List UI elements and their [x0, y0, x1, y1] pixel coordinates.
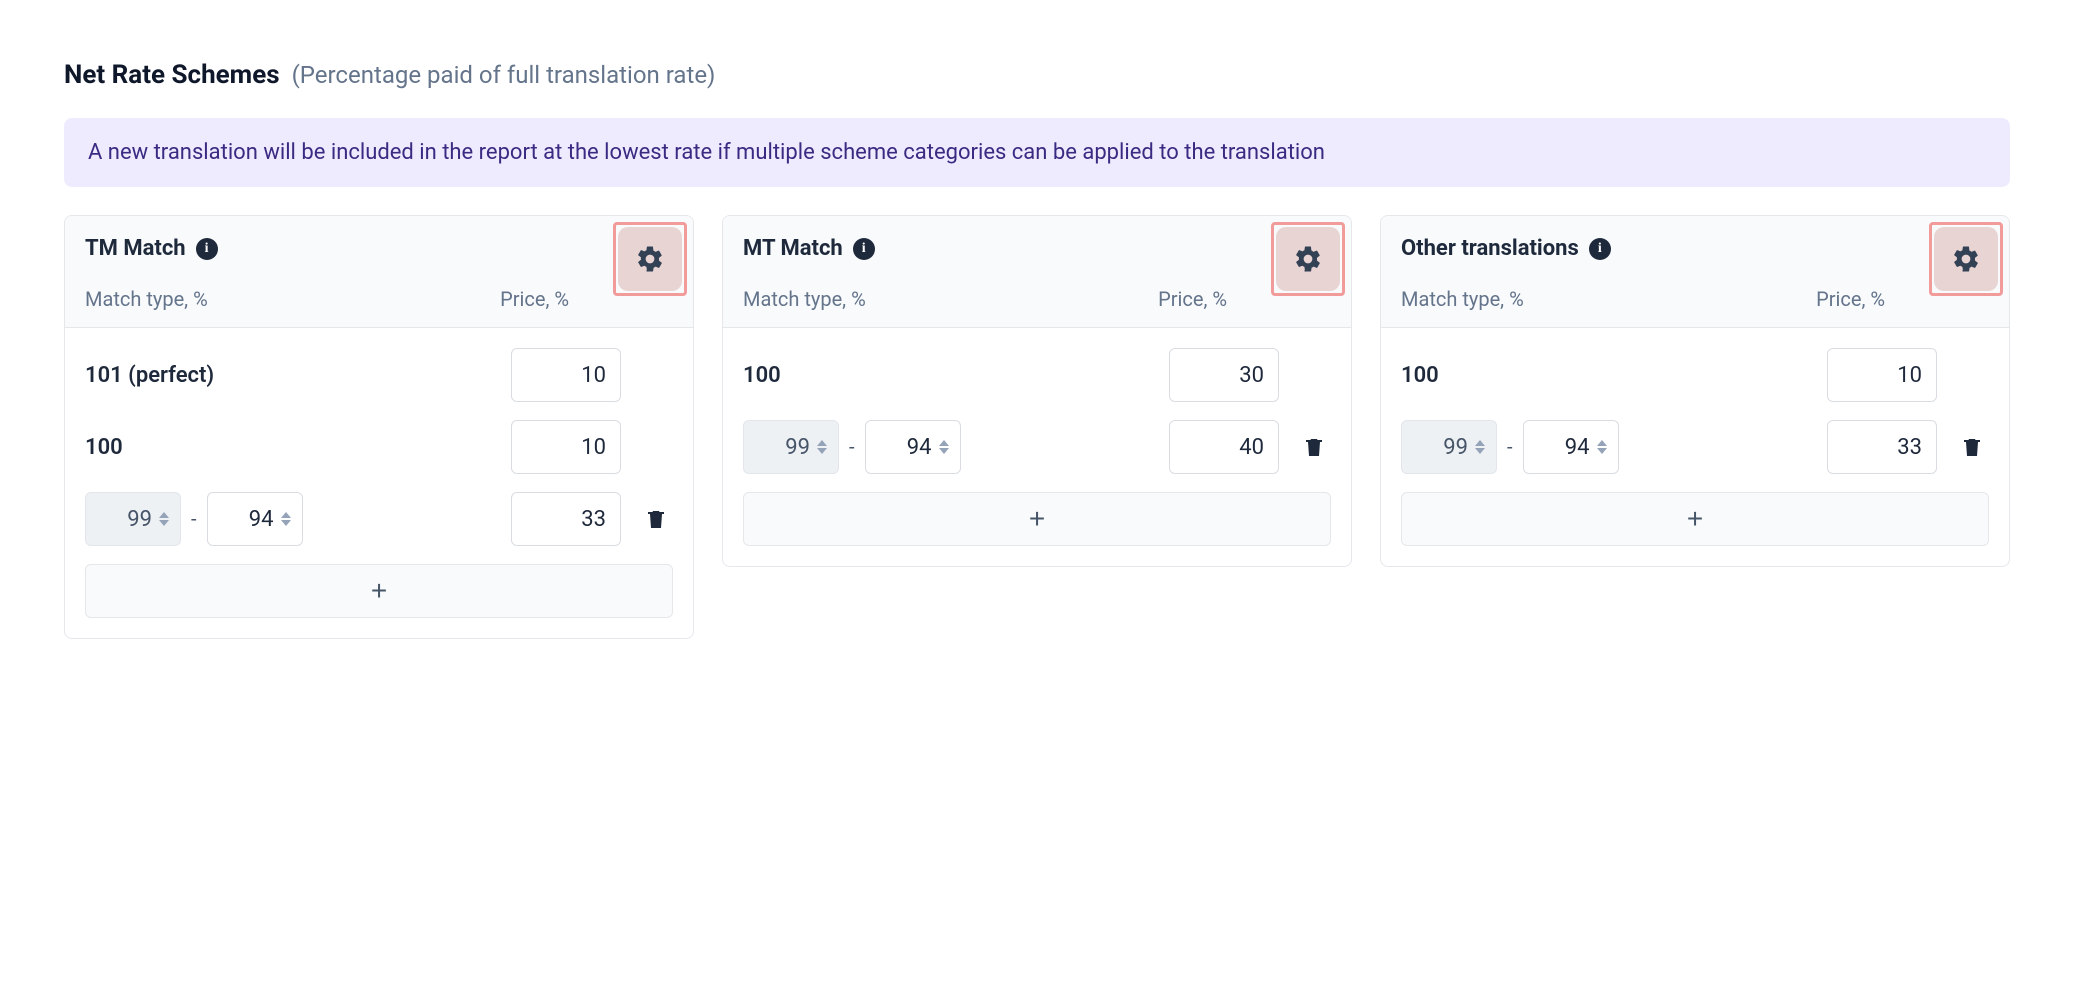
card-title-tm: TM Match: [85, 236, 186, 261]
col-match-type: Match type, %: [743, 287, 866, 311]
gear-button-other[interactable]: [1934, 227, 1998, 291]
col-match-type: Match type, %: [1401, 287, 1524, 311]
trash-icon: [1302, 435, 1326, 459]
spinner-icon[interactable]: [1597, 440, 1611, 454]
page-header: Net Rate Schemes (Percentage paid of ful…: [64, 60, 2010, 90]
card-title-other: Other translations: [1401, 236, 1579, 261]
cards-container: TM Match i Match type, % Price, % 101 (p…: [64, 215, 2010, 639]
gear-icon: [635, 244, 665, 274]
gear-icon: [1951, 244, 1981, 274]
card-title-mt: MT Match: [743, 236, 843, 261]
other-row-100-price[interactable]: [1827, 348, 1937, 402]
col-match-type: Match type, %: [85, 287, 208, 311]
delete-row-button[interactable]: [639, 502, 673, 536]
dash: -: [191, 507, 197, 531]
gear-icon: [1293, 244, 1323, 274]
info-banner: A new translation will be included in th…: [64, 118, 2010, 187]
other-row-100-label: 100: [1401, 363, 1817, 388]
gear-button-mt[interactable]: [1276, 227, 1340, 291]
trash-icon: [1960, 435, 1984, 459]
spinner-icon[interactable]: [817, 440, 831, 454]
page-title: Net Rate Schemes: [64, 60, 280, 90]
spinner-icon[interactable]: [159, 512, 173, 526]
card-header-tm: TM Match i Match type, % Price, %: [65, 216, 693, 328]
tm-range-price[interactable]: [511, 492, 621, 546]
card-header-mt: MT Match i Match type, % Price, %: [723, 216, 1351, 328]
tm-row-100-label: 100: [85, 435, 501, 460]
page-subtitle: (Percentage paid of full translation rat…: [292, 61, 716, 89]
spinner-icon[interactable]: [281, 512, 295, 526]
gear-highlight-mt: [1271, 222, 1345, 296]
tm-row-perfect-price[interactable]: [511, 348, 621, 402]
spinner-icon[interactable]: [1475, 440, 1489, 454]
add-row-button-other[interactable]: +: [1401, 492, 1989, 546]
mt-row-100-price[interactable]: [1169, 348, 1279, 402]
add-row-button-tm[interactable]: +: [85, 564, 673, 618]
delete-row-button[interactable]: [1297, 430, 1331, 464]
trash-icon: [644, 507, 668, 531]
tm-row-perfect-label: 101 (perfect): [85, 363, 501, 388]
gear-highlight-other: [1929, 222, 2003, 296]
card-header-other: Other translations i Match type, % Price…: [1381, 216, 2009, 328]
add-row-button-mt[interactable]: +: [743, 492, 1331, 546]
dash: -: [849, 435, 855, 459]
mt-range-price[interactable]: [1169, 420, 1279, 474]
card-tm-match: TM Match i Match type, % Price, % 101 (p…: [64, 215, 694, 639]
gear-highlight-tm: [613, 222, 687, 296]
delete-row-button[interactable]: [1955, 430, 1989, 464]
card-mt-match: MT Match i Match type, % Price, % 100: [722, 215, 1352, 567]
card-other-translations: Other translations i Match type, % Price…: [1380, 215, 2010, 567]
info-icon[interactable]: i: [853, 238, 875, 260]
spinner-icon[interactable]: [939, 440, 953, 454]
gear-button-tm[interactable]: [618, 227, 682, 291]
info-icon[interactable]: i: [196, 238, 218, 260]
dash: -: [1507, 435, 1513, 459]
other-range-price[interactable]: [1827, 420, 1937, 474]
mt-row-100-label: 100: [743, 363, 1159, 388]
tm-row-100-price[interactable]: [511, 420, 621, 474]
info-icon[interactable]: i: [1589, 238, 1611, 260]
